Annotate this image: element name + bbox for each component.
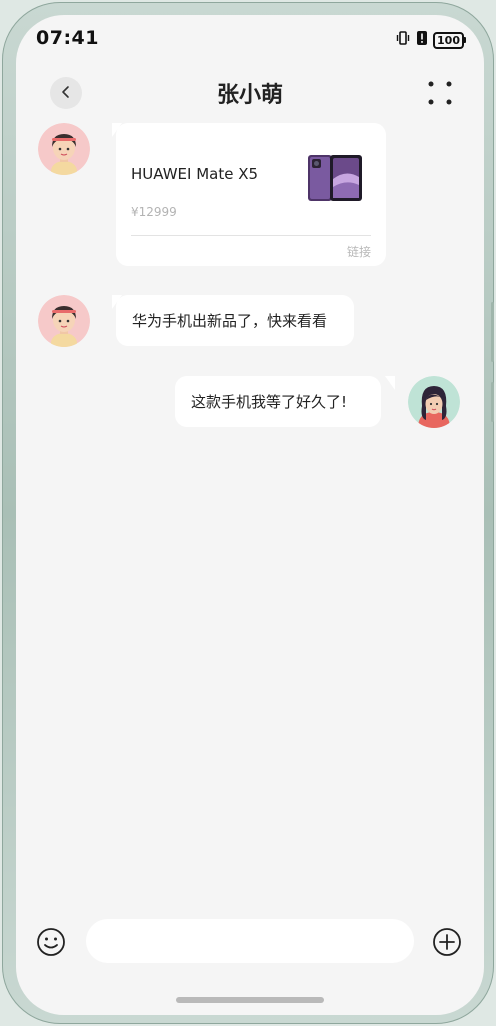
contact-avatar[interactable] — [38, 295, 90, 347]
input-bar — [16, 917, 484, 967]
contact-avatar[interactable] — [38, 123, 90, 175]
vibrate-icon — [395, 30, 411, 50]
battery-level: 100 — [433, 31, 464, 49]
message-bubble-incoming[interactable]: 华为手机出新品了，快来看看 — [116, 295, 354, 346]
chat-header: 张小萌 — [16, 71, 484, 115]
product-image — [306, 149, 364, 207]
my-avatar[interactable] — [408, 376, 460, 428]
product-name: HUAWEI Mate X5 — [131, 165, 259, 183]
status-icons: 100 — [395, 30, 466, 50]
battery-cap — [464, 37, 466, 43]
product-card[interactable]: HUAWEI Mate X5 ¥12999 链接 — [116, 123, 386, 266]
bubble-tail — [385, 376, 395, 390]
alert-icon — [416, 30, 428, 50]
emoji-button[interactable] — [36, 927, 66, 957]
product-link[interactable]: 链接 — [347, 243, 371, 260]
message-text: 华为手机出新品了，快来看看 — [132, 312, 328, 330]
plus-circle-icon — [432, 928, 462, 961]
smiley-icon — [36, 928, 66, 961]
four-dots-icon — [426, 81, 454, 111]
home-indicator[interactable] — [176, 997, 324, 1003]
power-button — [491, 382, 494, 422]
chat-screen: 07:41 100 张小萌 HUAWEI Mate X5 ¥12999 链接 华… — [16, 15, 484, 1015]
volume-button — [491, 302, 494, 362]
status-bar: 07:41 100 — [16, 15, 484, 59]
card-divider — [131, 235, 371, 236]
status-time: 07:41 — [36, 27, 99, 49]
product-price: ¥12999 — [131, 205, 177, 219]
add-attachment-button[interactable] — [432, 927, 462, 957]
message-input[interactable] — [86, 919, 414, 963]
battery-indicator: 100 — [433, 31, 466, 49]
message-bubble-outgoing[interactable]: 这款手机我等了好久了! — [175, 376, 381, 427]
phone-frame: 07:41 100 张小萌 HUAWEI Mate X5 ¥12999 链接 华… — [2, 2, 494, 1024]
chat-title: 张小萌 — [216, 83, 283, 108]
message-text: 这款手机我等了好久了! — [191, 393, 348, 411]
more-button[interactable] — [426, 79, 454, 107]
